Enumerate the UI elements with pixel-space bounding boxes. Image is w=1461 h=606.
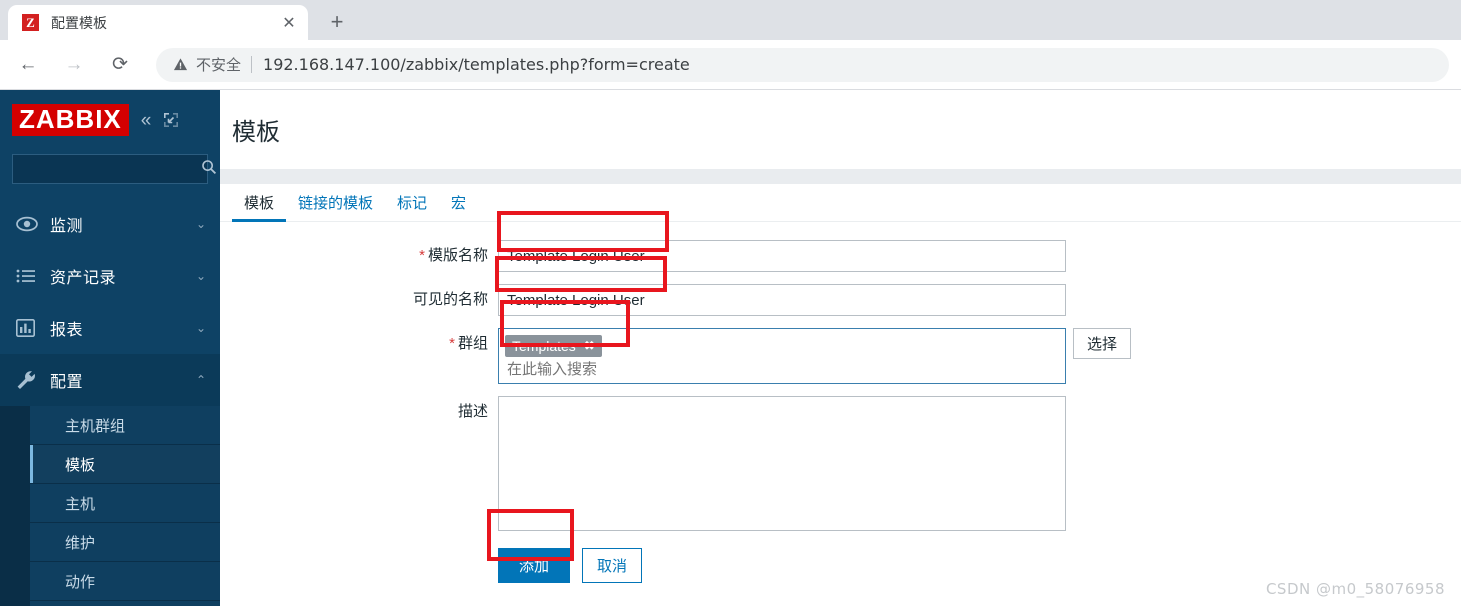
template-form: *模版名称 可见的名称 *群组 bbox=[220, 222, 1461, 583]
chip-label: Templates bbox=[512, 338, 576, 354]
label-text: 描述 bbox=[457, 403, 488, 420]
tab-tags[interactable]: 标记 bbox=[385, 184, 439, 221]
description-field-wrap bbox=[498, 396, 1066, 536]
tab-label: 链接的模板 bbox=[298, 195, 374, 212]
collapse-sidebar-icon[interactable]: « bbox=[141, 111, 152, 130]
visible-name-field-wrap bbox=[498, 284, 1066, 316]
groups-label: * 群组 bbox=[220, 328, 498, 360]
browser-window: Z 配置模板 ✕ + ← → ⟳ 不安全 192.168.147.100/zab… bbox=[0, 0, 1461, 606]
sidebar-item-reports[interactable]: 报表 ⌄ bbox=[0, 302, 220, 354]
browser-toolbar: ← → ⟳ 不安全 192.168.147.100/zabbix/templat… bbox=[0, 40, 1461, 90]
label-text: 可见的名称 bbox=[412, 291, 488, 308]
sidebar-item-label: 报表 bbox=[50, 322, 84, 339]
search-icon[interactable] bbox=[201, 159, 217, 179]
security-status-label: 不安全 bbox=[196, 57, 242, 74]
page-body: ZABBIX « 监测 ⌄ 资产记录 ⌄ 报表 ⌄ 配置 ⌃ 主机群组 模板 主… bbox=[0, 90, 1461, 606]
sidebar-item-actions[interactable]: 动作 bbox=[30, 562, 220, 601]
browser-tab[interactable]: Z 配置模板 ✕ bbox=[8, 5, 308, 40]
form-actions: 添加 取消 bbox=[498, 548, 643, 583]
close-icon[interactable]: ✕ bbox=[278, 12, 300, 34]
list-icon bbox=[16, 268, 42, 284]
search-input[interactable] bbox=[21, 160, 201, 178]
kiosk-mode-icon[interactable] bbox=[163, 112, 179, 128]
tab-label: 宏 bbox=[451, 195, 467, 212]
url-text: 192.168.147.100/zabbix/templates.php?for… bbox=[263, 55, 690, 74]
cancel-button[interactable]: 取消 bbox=[582, 548, 643, 583]
sidebar-item-configuration[interactable]: 配置 ⌃ bbox=[0, 354, 220, 406]
chevron-down-icon: ⌄ bbox=[195, 321, 206, 335]
description-label: 描述 bbox=[220, 396, 498, 428]
label-text: 群组 bbox=[457, 335, 488, 352]
sidebar-sub-label: 模板 bbox=[65, 456, 96, 474]
new-tab-icon[interactable]: + bbox=[322, 7, 352, 37]
visible-name-label: 可见的名称 bbox=[220, 284, 498, 316]
content-separator-band bbox=[220, 169, 1461, 184]
wrench-icon bbox=[16, 370, 42, 390]
groups-field-wrap: Templates ✖ 选择 bbox=[498, 328, 1132, 384]
sidebar-item-label: 资产记录 bbox=[50, 270, 117, 287]
eye-icon bbox=[16, 216, 42, 232]
tab-label: 模板 bbox=[244, 195, 275, 212]
back-icon[interactable]: ← bbox=[12, 49, 44, 81]
form-row-visible-name: 可见的名称 bbox=[220, 284, 1461, 316]
form-tabbar: 模板 链接的模板 标记 宏 bbox=[220, 184, 1461, 222]
add-button[interactable]: 添加 bbox=[498, 548, 571, 583]
description-textarea[interactable] bbox=[498, 396, 1066, 531]
zabbix-sidebar: ZABBIX « 监测 ⌄ 资产记录 ⌄ 报表 ⌄ 配置 ⌃ 主机群组 模板 主… bbox=[0, 90, 220, 606]
group-chip-templates[interactable]: Templates ✖ bbox=[505, 335, 602, 357]
groups-search-input[interactable] bbox=[505, 360, 1059, 379]
label-text: 模版名称 bbox=[427, 247, 488, 264]
chip-remove-icon[interactable]: ✖ bbox=[584, 338, 595, 354]
address-bar[interactable]: 不安全 192.168.147.100/zabbix/templates.php… bbox=[156, 47, 1449, 82]
sidebar-item-monitoring[interactable]: 监测 ⌄ bbox=[0, 198, 220, 250]
sidebar-sub-label: 维护 bbox=[65, 534, 96, 552]
template-name-label: * 模版名称 bbox=[220, 240, 498, 272]
sidebar-item-host-groups[interactable]: 主机群组 bbox=[30, 406, 220, 445]
tab-template[interactable]: 模板 bbox=[232, 184, 287, 222]
warning-triangle-icon bbox=[172, 57, 188, 73]
form-row-description: 描述 bbox=[220, 396, 1461, 536]
tab-linked-templates[interactable]: 链接的模板 bbox=[286, 184, 385, 221]
form-row-groups: *群组 Templates ✖ 选择 bbox=[220, 328, 1461, 384]
sidebar-sub-label: 动作 bbox=[65, 573, 96, 591]
sidebar-item-label: 配置 bbox=[50, 374, 84, 391]
chevron-down-icon: ⌄ bbox=[195, 217, 206, 231]
form-row-template-name: * 模版名称 bbox=[220, 240, 1461, 272]
sidebar-item-correlation[interactable]: 关联项事件 bbox=[30, 601, 220, 606]
chevron-up-icon: ⌃ bbox=[195, 373, 206, 387]
reload-icon[interactable]: ⟳ bbox=[104, 49, 136, 81]
sidebar-search[interactable] bbox=[12, 154, 217, 184]
sidebar-sub-label: 主机 bbox=[65, 495, 96, 513]
sidebar-item-label: 监测 bbox=[50, 218, 84, 235]
browser-tabstrip: Z 配置模板 ✕ + bbox=[0, 0, 1461, 40]
sidebar-header-icons: « bbox=[141, 111, 180, 130]
zabbix-favicon: Z bbox=[22, 14, 39, 31]
visible-name-input[interactable] bbox=[498, 284, 1066, 316]
browser-tab-title: 配置模板 bbox=[51, 14, 107, 31]
main-content: 模板 模板 链接的模板 标记 宏 * 模版名称 Template Login U… bbox=[220, 90, 1461, 606]
omnibox-divider bbox=[251, 56, 253, 73]
chevron-down-icon: ⌄ bbox=[195, 269, 206, 283]
sidebar-item-inventory[interactable]: 资产记录 ⌄ bbox=[0, 250, 220, 302]
csdn-watermark: CSDN @m0_58076958 bbox=[1265, 580, 1445, 598]
forward-icon[interactable]: → bbox=[58, 49, 90, 81]
required-marker: * bbox=[449, 335, 455, 352]
sidebar-item-maintenance[interactable]: 维护 bbox=[30, 523, 220, 562]
sidebar-header: ZABBIX « bbox=[0, 90, 220, 150]
sidebar-item-templates[interactable]: 模板 bbox=[30, 445, 220, 484]
template-name-input[interactable] bbox=[498, 240, 1066, 272]
template-name-field-wrap bbox=[498, 240, 1066, 272]
zabbix-logo[interactable]: ZABBIX bbox=[12, 104, 129, 136]
sidebar-submenu: 主机群组 模板 主机 维护 动作 关联项事件 bbox=[0, 406, 220, 606]
sidebar-sub-label: 主机群组 bbox=[65, 417, 126, 435]
form-row-actions: 添加 取消 bbox=[220, 548, 1461, 583]
tab-label: 标记 bbox=[397, 195, 428, 212]
groups-multiselect[interactable]: Templates ✖ bbox=[498, 328, 1066, 384]
required-marker: * bbox=[419, 247, 425, 264]
bar-chart-icon bbox=[16, 319, 42, 337]
page-title: 模板 bbox=[232, 119, 280, 146]
sidebar-item-hosts[interactable]: 主机 bbox=[30, 484, 220, 523]
select-group-button[interactable]: 选择 bbox=[1073, 328, 1132, 359]
tab-macros[interactable]: 宏 bbox=[439, 184, 478, 221]
